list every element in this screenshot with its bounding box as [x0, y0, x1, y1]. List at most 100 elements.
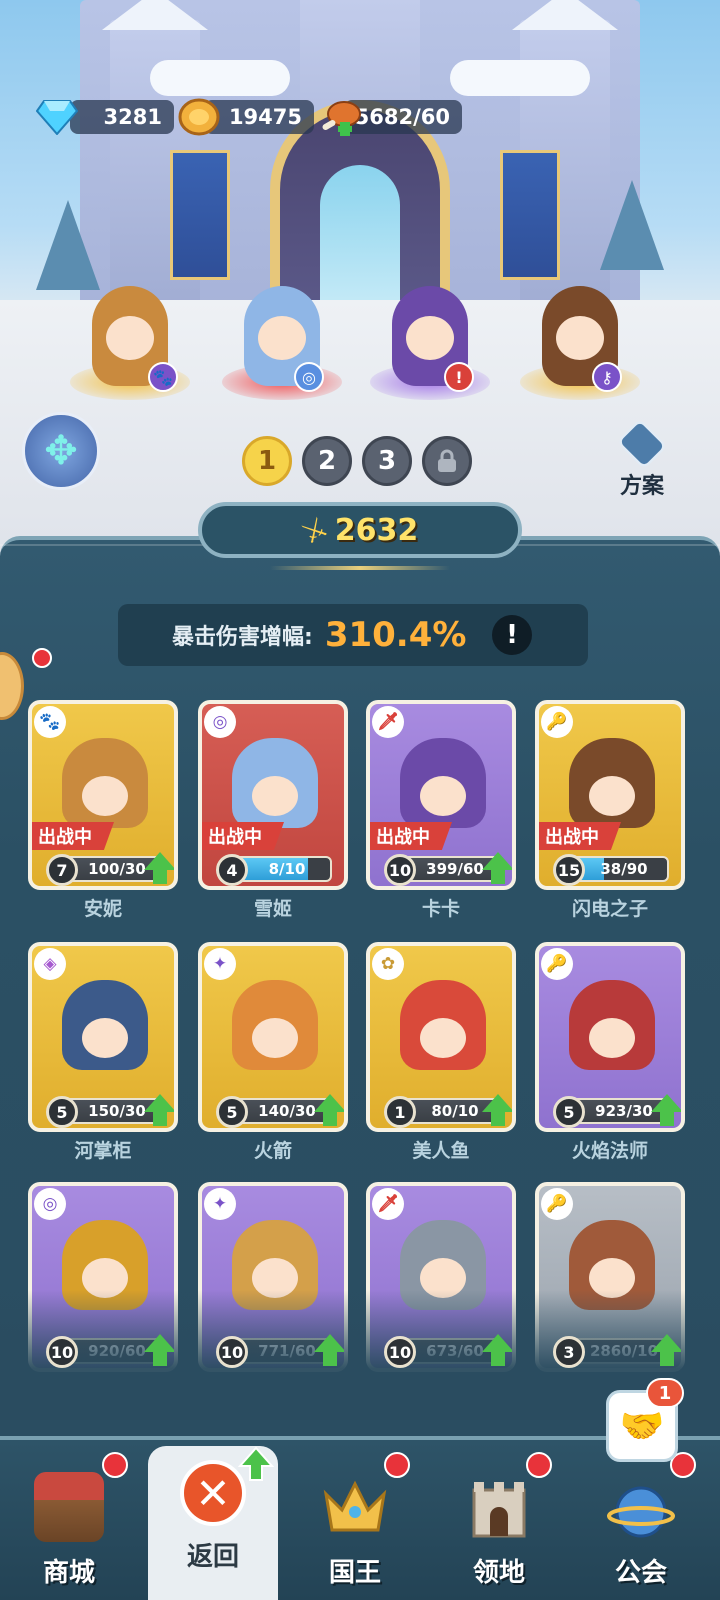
hero-face — [589, 776, 635, 816]
hero-class-icon: 🗡 — [372, 706, 404, 738]
deployed-tag: 出战中 — [539, 822, 621, 850]
coin-icon — [176, 94, 222, 140]
deployed-hero-kaka[interactable]: ! — [370, 270, 490, 400]
crown-icon — [323, 1480, 387, 1532]
hero-level-badge: 4 — [216, 854, 248, 886]
upgrade-arrow-icon — [651, 1334, 681, 1366]
upgrade-arrow-icon — [144, 1094, 174, 1126]
formation-page-1[interactable]: 1 — [242, 436, 292, 486]
upgrade-arrow-icon — [651, 1094, 681, 1126]
team-power-display: ⚔ 2632 — [198, 502, 522, 558]
pine-tree — [600, 180, 664, 270]
hero-face — [406, 316, 454, 360]
hero-card[interactable]: ◎ 出战中 8/10 4 — [198, 700, 348, 890]
hero-face — [556, 316, 604, 360]
hero-class-icon: 🐾 — [34, 706, 66, 738]
deployed-tag: 出战中 — [370, 822, 452, 850]
hero-face — [82, 1018, 128, 1058]
sword-class-icon: ! — [444, 362, 474, 392]
hero-level-badge: 10 — [384, 854, 416, 886]
notification-dot — [384, 1452, 410, 1478]
swirl-class-icon: ◎ — [294, 362, 324, 392]
hero-class-icon: ◎ — [204, 706, 236, 738]
hero-face — [106, 316, 154, 360]
deployed-tag: 出战中 — [202, 822, 284, 850]
plan-label: 方案 — [619, 474, 664, 499]
hero-name: 火焰法师 — [571, 1140, 648, 1162]
hero-level-badge: 10 — [46, 1336, 78, 1368]
hero-face — [82, 776, 128, 816]
meat-icon — [318, 94, 364, 140]
hero-class-icon: ◈ — [34, 948, 66, 980]
guild-notification-count: 1 — [646, 1378, 684, 1408]
page-number: 2 — [317, 446, 337, 476]
exclamation-icon: ! — [506, 620, 518, 650]
hero-card[interactable]: 🔑 923/30 5 — [535, 942, 685, 1132]
hero-portrait — [232, 980, 318, 1070]
upgrade-arrow-icon — [314, 1334, 344, 1366]
hero-face — [420, 776, 466, 816]
shard-count: 8/10 — [268, 860, 306, 878]
hero-card[interactable]: ✦ 140/30 5 — [198, 942, 348, 1132]
crit-bonus-bar: 暴击伤害增幅: 310.4% ! — [118, 604, 588, 666]
nav-territory[interactable]: 领地 — [434, 1456, 564, 1600]
hero-class-icon: ✦ — [204, 1188, 236, 1220]
formation-move-button[interactable]: ✥ — [22, 412, 100, 490]
deployed-tag: 出战中 — [32, 822, 114, 850]
formation-page-2[interactable]: 2 — [302, 436, 352, 486]
hero-card[interactable]: 🐾 出战中 100/30 7 — [28, 700, 178, 890]
nav-guild[interactable]: 公会 — [576, 1456, 706, 1600]
hero-face — [252, 776, 298, 816]
hero-class-icon: ◎ — [34, 1188, 66, 1220]
crit-info-button[interactable]: ! — [492, 615, 532, 655]
hero-card[interactable]: ◈ 150/30 5 — [28, 942, 178, 1132]
game-screen: 3281 19475 5682/60 🐾 ◎ ! ⚷ ✥ 1 2 3 方案 ⚔ … — [0, 0, 720, 1600]
globe-icon — [607, 1486, 675, 1538]
shop-stall-icon — [34, 1472, 104, 1542]
hero-class-icon: 🔑 — [541, 1188, 573, 1220]
formation-page-locked[interactable] — [422, 436, 472, 486]
hero-card[interactable]: ✿ 80/10 1 — [366, 942, 516, 1132]
formation-page-3[interactable]: 3 — [362, 436, 412, 486]
dpad-icon: ✥ — [44, 428, 78, 474]
hero-portrait — [62, 980, 148, 1070]
hero-level-badge: 5 — [46, 1096, 78, 1128]
nav-shop-label: 商城 — [42, 1558, 95, 1588]
hero-card[interactable]: 🗡 出战中 399/60 10 — [366, 700, 516, 890]
notification-dot — [32, 648, 52, 668]
page-number: 3 — [377, 446, 397, 476]
plan-button[interactable]: 方案 — [612, 418, 672, 500]
nav-guild-label: 公会 — [614, 1558, 667, 1588]
snow-roof — [150, 60, 290, 96]
gem-counter[interactable]: 3281 — [70, 100, 174, 134]
ornament-divider — [270, 566, 450, 570]
upgrade-arrow-icon — [144, 852, 174, 884]
hero-name: 闪电之子 — [571, 898, 648, 920]
nav-king[interactable]: 国王 — [290, 1456, 420, 1600]
notification-dot — [526, 1452, 552, 1478]
hero-portrait — [569, 738, 655, 828]
hero-portrait — [400, 738, 486, 828]
hero-level-badge: 15 — [553, 854, 585, 886]
hero-level-badge: 1 — [384, 1096, 416, 1128]
upgrade-arrow-icon — [144, 1334, 174, 1366]
upgrade-arrow-icon — [314, 1094, 344, 1126]
deployed-hero-annie[interactable]: 🐾 — [70, 270, 190, 400]
upgrade-arrow-icon — [482, 1334, 512, 1366]
gold-amount: 19475 — [228, 105, 302, 129]
deployed-hero-snow[interactable]: ◎ — [222, 270, 342, 400]
deployed-hero-lightning[interactable]: ⚷ — [520, 270, 640, 400]
castle-banner — [500, 150, 560, 280]
hero-level-badge: 7 — [46, 854, 78, 886]
hero-portrait — [569, 980, 655, 1070]
hero-class-icon: ✿ — [372, 948, 404, 980]
shard-count: 38/90 — [600, 860, 648, 878]
hero-name: 河掌柜 — [74, 1140, 132, 1162]
snow-roof — [450, 60, 590, 96]
hero-level-badge: 10 — [216, 1336, 248, 1368]
close-icon: ✕ — [180, 1460, 246, 1526]
upgrade-arrow-icon — [238, 1446, 274, 1481]
team-power-value: 2632 — [334, 512, 419, 548]
hero-card[interactable]: 🔑 出战中 38/90 15 — [535, 700, 685, 890]
hero-class-icon: 🔑 — [541, 948, 573, 980]
